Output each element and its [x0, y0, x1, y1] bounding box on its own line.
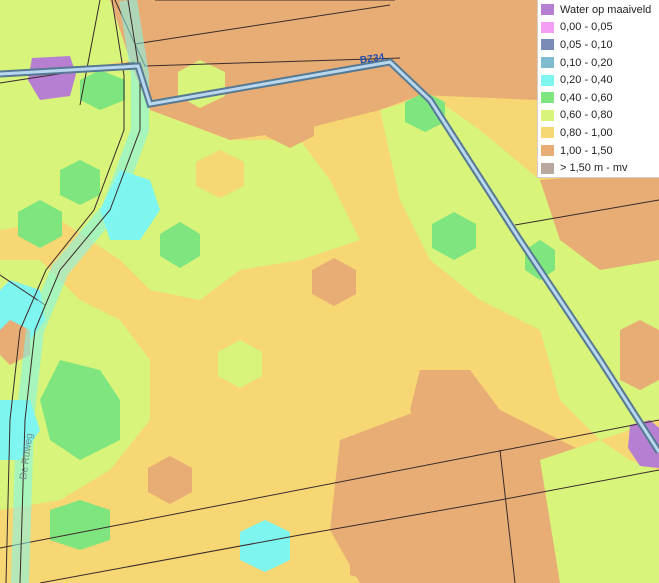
- legend-label: 0,40 - 0,60: [560, 91, 613, 104]
- legend-swatch: [541, 109, 554, 121]
- legend-swatch: [541, 57, 554, 69]
- legend-item: > 1,50 m - mv: [538, 159, 659, 177]
- legend-swatch: [541, 92, 554, 104]
- legend-swatch: [541, 39, 554, 51]
- legend-item: 0,80 - 1,00: [538, 124, 659, 142]
- legend-label: > 1,50 m - mv: [560, 162, 628, 175]
- legend-item: Water op maaiveld: [538, 1, 659, 19]
- legend-swatch: [541, 4, 554, 16]
- map-legend: Water op maaiveld 0,00 - 0,05 0,05 - 0,10 0…: [537, 0, 659, 178]
- legend-item: 0,20 - 0,40: [538, 71, 659, 89]
- legend-item: 0,10 - 0,20: [538, 54, 659, 72]
- legend-swatch: [541, 162, 554, 174]
- legend-item: 0,00 - 0,05: [538, 19, 659, 37]
- legend-swatch: [541, 74, 554, 86]
- map-viewer[interactable]: BZ34 De Ruweg Water op maaiveld 0,00 - 0,…: [0, 0, 659, 583]
- legend-swatch: [541, 127, 554, 139]
- legend-item: 0,05 - 0,10: [538, 36, 659, 54]
- legend-item: 0,40 - 0,60: [538, 89, 659, 107]
- legend-label: 0,05 - 0,10: [560, 38, 613, 51]
- legend-label: 0,00 - 0,05: [560, 21, 613, 34]
- legend-label: Water op maaiveld: [560, 3, 652, 16]
- legend-swatch: [541, 21, 554, 33]
- legend-swatch: [541, 145, 554, 157]
- legend-item: 1,00 - 1,50: [538, 142, 659, 160]
- legend-label: 0,60 - 0,80: [560, 109, 613, 122]
- legend-label: 0,20 - 0,40: [560, 74, 613, 87]
- legend-label: 0,80 - 1,00: [560, 126, 613, 139]
- legend-item: 0,60 - 0,80: [538, 107, 659, 125]
- legend-label: 1,00 - 1,50: [560, 144, 613, 157]
- legend-label: 0,10 - 0,20: [560, 56, 613, 69]
